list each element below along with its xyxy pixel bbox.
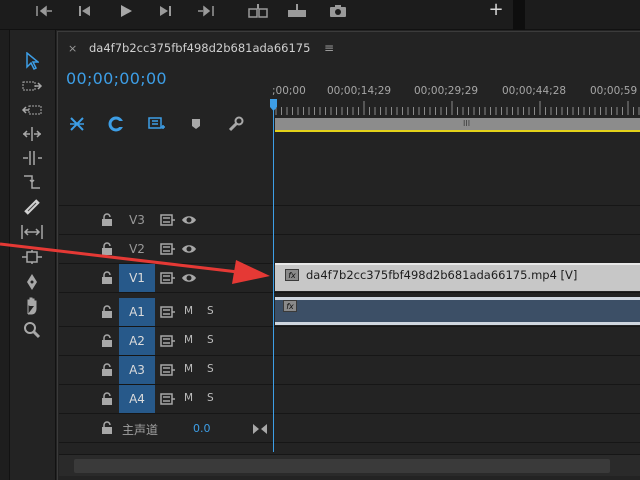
work-area-bar[interactable]: III [275,118,640,132]
settings-wrench-icon[interactable] [226,114,246,134]
tab-menu-icon[interactable]: ≡ [324,41,334,55]
track-name-v3[interactable]: V3 [119,206,155,234]
row-divider [59,292,640,293]
video-clip[interactable]: fx da4f7b2cc375fbf498d2b681ada66175.mp4 … [275,263,640,291]
clip-name: da4f7b2cc375fbf498d2b681ada66175.mp4 [V] [306,268,578,282]
track-lock-icon[interactable] [101,392,113,406]
row-divider [59,413,640,414]
export-frame-icon[interactable] [327,0,349,22]
ruler-label: 00;00;29;29 [414,85,479,97]
ruler-label: 00;00;44;28 [502,85,567,97]
linked-selection-icon[interactable] [106,114,126,134]
sync-lock-icon[interactable] [160,306,176,318]
track-lock-icon[interactable] [101,363,113,377]
solo-button[interactable]: S [207,305,214,317]
track-name-a1[interactable]: A1 [119,298,155,326]
time-ruler[interactable] [275,101,640,115]
add-button[interactable]: + [486,0,506,20]
mute-button[interactable]: M [184,363,193,375]
sync-lock-icon[interactable] [160,335,176,347]
track-select-backward-icon[interactable] [20,99,44,121]
tab-close-button[interactable]: × [68,42,77,55]
track-lock-icon[interactable] [101,421,113,435]
go-to-end-icon[interactable] [252,423,268,435]
go-to-in-icon[interactable] [34,0,54,22]
overwrite-icon[interactable] [285,0,309,22]
master-volume-value[interactable]: 0.0 [193,422,211,435]
add-marker-icon[interactable] [145,114,167,134]
track-lock-icon[interactable] [101,213,113,227]
fx-badge: fx [283,300,297,312]
sync-lock-icon[interactable] [160,214,176,226]
row-divider [59,442,640,443]
zoom-icon[interactable] [20,319,44,341]
mute-button[interactable]: M [184,334,193,346]
ruler-label: 00;00;14;29 [327,85,392,97]
ruler-label: ;00;00 [272,85,306,97]
sync-lock-icon[interactable] [160,364,176,376]
rate-stretch-icon[interactable] [20,171,44,193]
toggle-output-eye-icon[interactable] [181,214,197,226]
timeline-scrollbar[interactable] [59,454,640,476]
step-back-icon[interactable] [76,0,94,22]
master-track-label: 主声道 [122,423,159,437]
step-forward-icon[interactable] [156,0,174,22]
mute-button[interactable]: M [184,305,193,317]
playhead-line[interactable] [273,100,274,452]
razor-icon[interactable] [20,196,44,218]
solo-button[interactable]: S [207,392,214,404]
playhead-handle[interactable] [269,98,278,112]
sync-lock-icon[interactable] [160,393,176,405]
audio-clip[interactable]: fx [275,297,640,325]
work-area-grip[interactable]: III [463,119,470,128]
sequence-tab[interactable]: da4f7b2cc375fbf498d2b681ada66175 [89,41,310,55]
annotation-arrow [0,242,270,284]
scroll-thumb[interactable] [74,459,610,473]
go-to-out-icon[interactable] [196,0,216,22]
insert-icon[interactable] [246,0,270,22]
selection-tool-icon[interactable] [20,50,44,72]
track-name-a4[interactable]: A4 [119,385,155,413]
marker-icon[interactable] [188,114,204,134]
mute-button[interactable]: M [184,392,193,404]
track-lock-icon[interactable] [101,305,113,319]
panel-divider [513,0,525,30]
track-select-forward-icon[interactable] [20,75,44,97]
track-name-a3[interactable]: A3 [119,356,155,384]
track-name-a2[interactable]: A2 [119,327,155,355]
track-lock-icon[interactable] [101,334,113,348]
playhead-timecode[interactable]: 00;00;00;00 [66,69,167,88]
solo-button[interactable]: S [207,334,214,346]
rolling-edit-icon[interactable] [20,147,44,169]
ruler-label: 00;00;59 [590,85,638,97]
play-icon[interactable] [116,0,136,22]
ripple-edit-icon[interactable] [20,123,44,145]
hand-icon[interactable] [20,295,44,317]
transport-bar: + [0,0,640,30]
solo-button[interactable]: S [207,363,214,375]
fx-badge: fx [285,269,299,281]
snap-icon[interactable] [67,114,87,134]
